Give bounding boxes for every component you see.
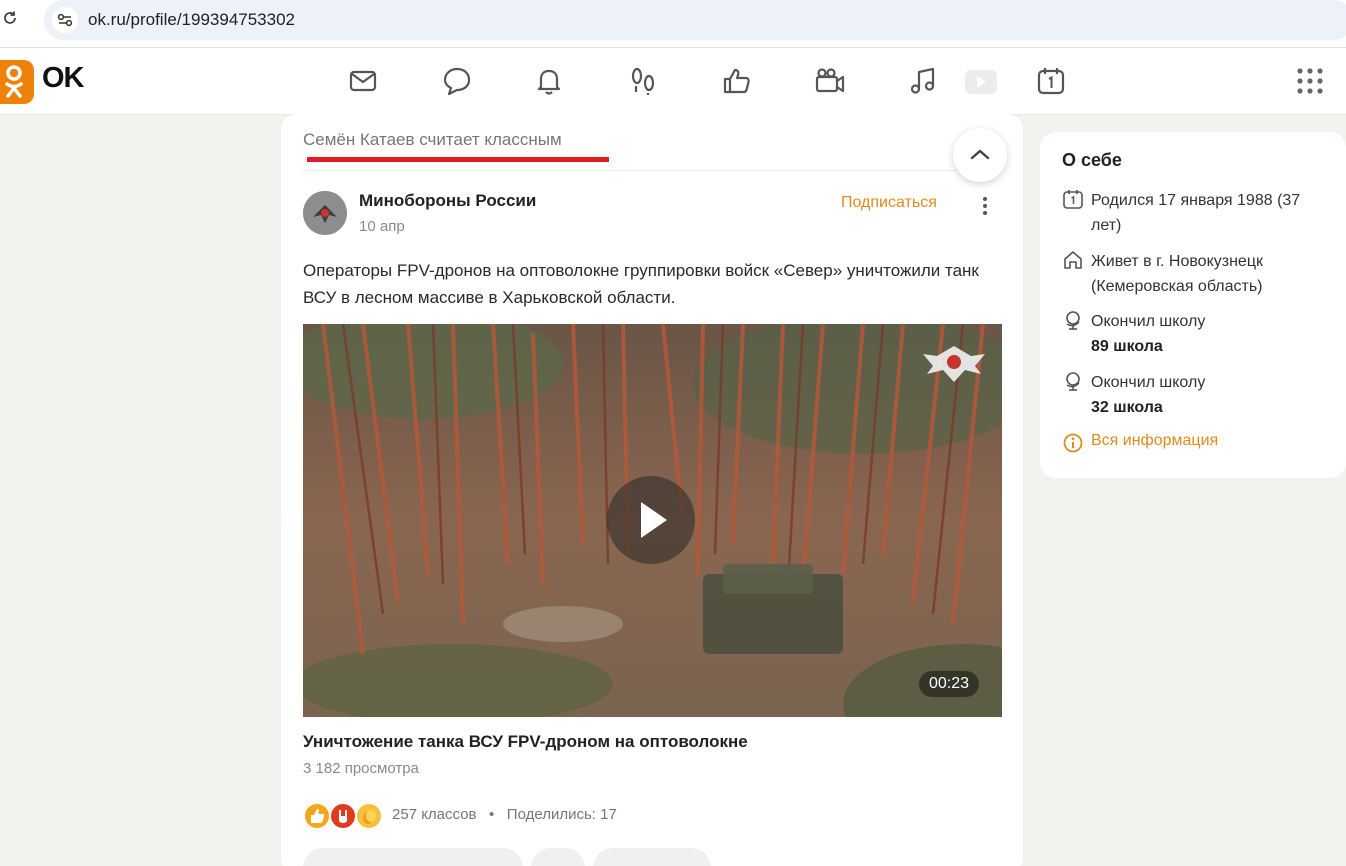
- clap-reaction-icon: [355, 802, 383, 830]
- divider: [303, 170, 1001, 171]
- calendar-icon: [1063, 190, 1083, 209]
- likes-count[interactable]: 257 классов: [392, 806, 477, 823]
- ministry-emblem-icon: [917, 336, 991, 392]
- author-avatar[interactable]: [303, 191, 347, 235]
- location-row: Живет в г. Новокузнецк (Кемеровская обла…: [1062, 249, 1332, 299]
- school-1-text: Окончил школу 89 школа: [1091, 309, 1331, 359]
- post-text: Операторы FPV-дронов на оптоволокне груп…: [303, 261, 979, 307]
- school-2-label: Окончил школу: [1091, 374, 1206, 391]
- play-button[interactable]: [607, 476, 695, 564]
- info-icon: [1063, 433, 1083, 453]
- globe-icon: [1066, 372, 1080, 391]
- video-play-icon[interactable]: [963, 66, 997, 100]
- post-date: 10 апр: [359, 218, 405, 235]
- top-navigation: OK: [0, 48, 1346, 115]
- school-2-name[interactable]: 32 школа: [1091, 399, 1163, 416]
- location-text: Живет в г. Новокузнецк (Кемеровская обла…: [1091, 253, 1263, 295]
- class-button[interactable]: [593, 848, 711, 866]
- feed-post-card: Семён Катаев считает классным Минобороны…: [281, 114, 1023, 866]
- video-duration: 00:23: [919, 671, 980, 697]
- about-title: О себе: [1062, 150, 1122, 170]
- globe-icon: [1066, 311, 1080, 330]
- music-icon[interactable]: [906, 64, 940, 98]
- reaction-stats: 257 классов • Поделились: 17: [392, 806, 617, 823]
- like-icon[interactable]: [720, 64, 754, 98]
- school-row-1: Окончил школу 89 школа: [1062, 309, 1332, 359]
- video-views: 3 182 просмотра: [303, 760, 419, 777]
- url-field[interactable]: ok.ru/profile/199394753302: [44, 0, 1346, 40]
- url-text: ok.ru/profile/199394753302: [88, 10, 295, 29]
- calendar-icon[interactable]: [1034, 64, 1068, 98]
- shares-count[interactable]: Поделились: 17: [507, 806, 617, 823]
- bell-icon[interactable]: [532, 64, 566, 98]
- post-author[interactable]: Минобороны России: [359, 191, 536, 211]
- browser-address-bar: ok.ru/profile/199394753302: [0, 0, 1346, 48]
- chat-icon[interactable]: [440, 64, 474, 98]
- about-panel: О себе Родился 17 января 1988 (37 лет) Ж…: [1040, 132, 1346, 478]
- school-1-label: Окончил школу: [1091, 313, 1206, 330]
- comment-button[interactable]: [303, 848, 523, 866]
- birthday-row: Родился 17 января 1988 (37 лет): [1062, 188, 1332, 238]
- scroll-up-button[interactable]: [953, 128, 1007, 182]
- birthday-text: Родился 17 января 1988 (37 лет): [1091, 192, 1301, 234]
- video-title[interactable]: Уничтожение танка ВСУ FPV-дроном на опто…: [303, 732, 748, 752]
- like-reaction-icon: [303, 802, 331, 830]
- school-row-2: Окончил школу 32 школа: [1062, 370, 1332, 420]
- school-2-text: Окончил школу 32 школа: [1091, 370, 1331, 420]
- ok-logo[interactable]: OK: [0, 58, 90, 104]
- ok-logo-icon: [0, 60, 34, 104]
- school-1-name[interactable]: 89 школа: [1091, 338, 1163, 355]
- more-options-icon[interactable]: [973, 194, 997, 218]
- chevron-up-icon: [970, 149, 990, 160]
- video-player[interactable]: 00:23: [303, 324, 1002, 717]
- separator-dot: •: [489, 806, 495, 823]
- mail-icon[interactable]: [346, 64, 380, 98]
- site-settings-icon[interactable]: [52, 7, 78, 33]
- apps-grid-icon[interactable]: [1293, 64, 1327, 98]
- play-icon: [641, 502, 667, 538]
- reload-icon[interactable]: [2, 10, 18, 26]
- video-camera-icon[interactable]: [813, 64, 847, 98]
- liked-by-header[interactable]: Семён Катаев считает классным: [303, 130, 562, 150]
- footprints-icon[interactable]: [626, 64, 660, 98]
- share-button[interactable]: [531, 848, 585, 866]
- subscribe-button[interactable]: Подписаться: [841, 194, 937, 212]
- rock-reaction-icon: [329, 802, 357, 830]
- all-info-link[interactable]: Вся информация: [1091, 432, 1218, 450]
- home-icon: [1064, 251, 1082, 269]
- red-underline-annotation: [307, 157, 609, 162]
- ok-logo-text: OK: [42, 62, 84, 94]
